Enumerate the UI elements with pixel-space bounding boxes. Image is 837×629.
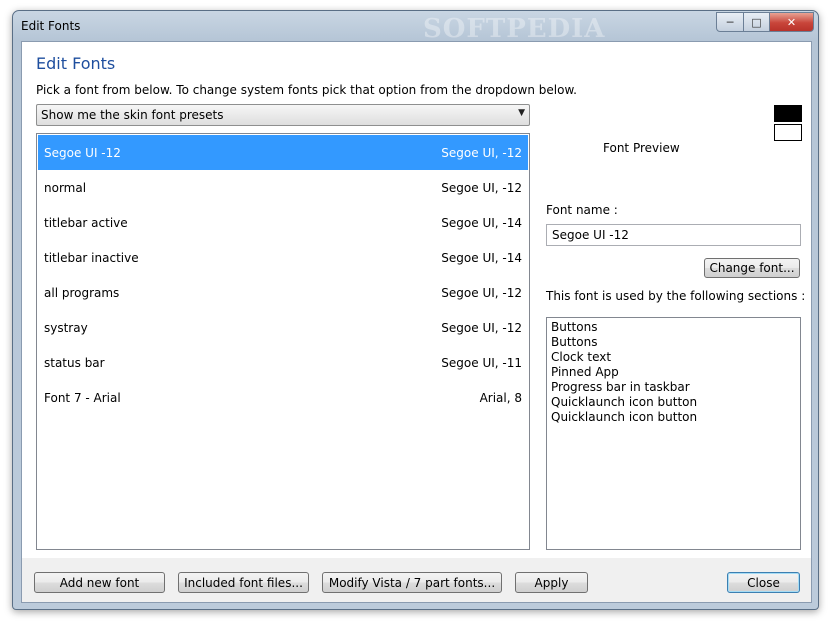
chevron-down-icon: ▼ <box>518 108 525 118</box>
font-item-name: Segoe UI -12 <box>44 146 121 160</box>
modify-vista-fonts-button[interactable]: Modify Vista / 7 part fonts... <box>322 572 502 593</box>
dialog-client-area: Edit Fonts Pick a font from below. To ch… <box>21 41 812 603</box>
add-new-font-button[interactable]: Add new font <box>34 572 165 593</box>
list-item: Progress bar in taskbar <box>551 380 690 394</box>
maximize-button[interactable]: □ <box>744 12 770 32</box>
close-window-button[interactable]: ✕ <box>770 12 814 32</box>
list-item[interactable]: all programs Segoe UI, -12 <box>38 275 528 310</box>
font-item-name: normal <box>44 181 87 195</box>
list-item[interactable]: Font 7 - Arial Arial, 8 <box>38 380 528 415</box>
minimize-button[interactable]: ─ <box>716 12 744 32</box>
close-icon: ✕ <box>786 15 797 29</box>
minimize-icon: ─ <box>726 15 734 29</box>
used-by-label: This font is used by the following secti… <box>546 289 806 303</box>
close-button[interactable]: Close <box>727 572 800 593</box>
font-item-value: Arial, 8 <box>479 391 522 405</box>
list-item[interactable]: systray Segoe UI, -12 <box>38 310 528 345</box>
font-item-name: titlebar active <box>44 216 128 230</box>
list-item: Pinned App <box>551 365 619 379</box>
font-item-value: Segoe UI, -11 <box>441 356 522 370</box>
change-font-button[interactable]: Change font... <box>704 258 800 278</box>
sections-list[interactable]: Buttons Buttons Clock text Pinned App Pr… <box>546 317 801 550</box>
font-preset-dropdown[interactable]: Show me the skin font presets ▼ <box>36 104 530 126</box>
window-controls: ─ □ ✕ <box>716 12 814 32</box>
maximize-icon: □ <box>751 15 762 29</box>
font-item-value: Segoe UI, -14 <box>441 216 522 230</box>
window-title: Edit Fonts <box>21 19 81 33</box>
list-item[interactable]: Segoe UI -12 Segoe UI, -12 <box>38 135 528 170</box>
list-item[interactable]: titlebar inactive Segoe UI, -14 <box>38 240 528 275</box>
font-name-field[interactable]: Segoe UI -12 <box>546 224 801 246</box>
dropdown-selected-value: Show me the skin font presets <box>41 108 224 122</box>
list-item[interactable]: status bar Segoe UI, -11 <box>38 345 528 380</box>
list-item: Buttons <box>551 335 598 349</box>
font-item-value: Segoe UI, -12 <box>441 146 522 160</box>
included-font-files-button[interactable]: Included font files... <box>178 572 309 593</box>
font-list[interactable]: Segoe UI -12 Segoe UI, -12 normal Segoe … <box>36 133 530 550</box>
font-name-value: Segoe UI -12 <box>552 228 629 242</box>
font-item-name: Font 7 - Arial <box>44 391 121 405</box>
list-item[interactable]: normal Segoe UI, -12 <box>38 170 528 205</box>
page-title: Edit Fonts <box>36 54 116 73</box>
background-color-swatch[interactable] <box>774 124 802 141</box>
list-item: Clock text <box>551 350 612 364</box>
font-item-name: systray <box>44 321 88 335</box>
font-item-name: titlebar inactive <box>44 251 139 265</box>
font-preview-label: Font Preview <box>603 141 680 155</box>
font-item-name: status bar <box>44 356 105 370</box>
dialog-content: Edit Fonts Pick a font from below. To ch… <box>22 42 811 558</box>
font-color-swatch[interactable] <box>774 105 802 122</box>
edit-fonts-window: Edit Fonts SOFTPEDIA ─ □ ✕ Edit Fonts Pi… <box>12 10 819 610</box>
list-item: Buttons <box>551 320 598 334</box>
font-item-value: Segoe UI, -12 <box>441 321 522 335</box>
instruction-text: Pick a font from below. To change system… <box>36 83 577 97</box>
font-name-label: Font name : <box>546 203 618 217</box>
list-item: Quicklaunch icon button <box>551 395 698 409</box>
font-item-name: all programs <box>44 286 120 300</box>
softpedia-watermark: SOFTPEDIA <box>423 14 606 44</box>
font-item-value: Segoe UI, -12 <box>441 181 522 195</box>
list-item: Quicklaunch icon button <box>551 410 698 424</box>
font-item-value: Segoe UI, -12 <box>441 286 522 300</box>
list-item[interactable]: titlebar active Segoe UI, -14 <box>38 205 528 240</box>
apply-button[interactable]: Apply <box>515 572 588 593</box>
font-item-value: Segoe UI, -14 <box>441 251 522 265</box>
title-bar[interactable]: Edit Fonts SOFTPEDIA ─ □ ✕ <box>13 11 818 44</box>
